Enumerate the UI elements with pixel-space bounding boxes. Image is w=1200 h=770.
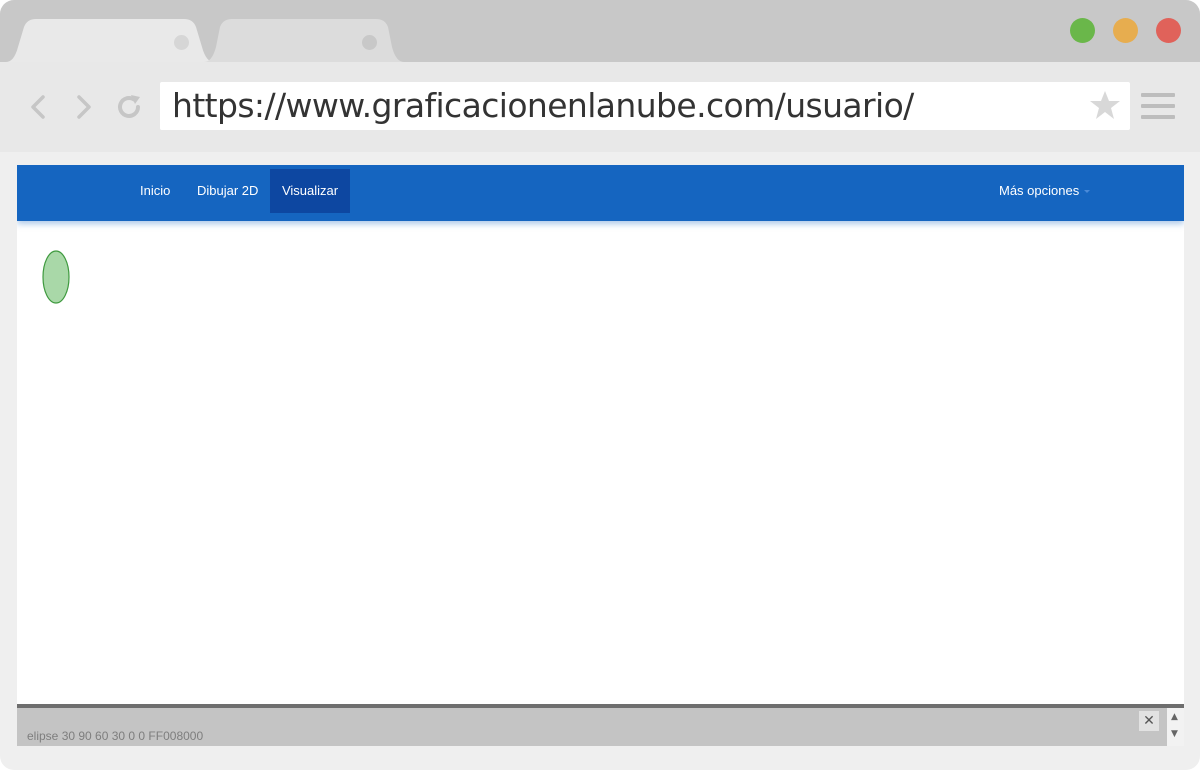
back-arrow-icon[interactable] [24,92,54,122]
window-close-button[interactable] [1156,18,1181,43]
nav-item-inicio[interactable]: Inicio [128,169,182,213]
command-console: elipse 30 90 60 30 0 0 FF008000 ✕ ▲ ▼ [17,704,1184,746]
canvas-ellipse [42,250,70,304]
window-minimize-button[interactable] [1113,18,1138,43]
tab-active[interactable] [6,19,214,62]
window-maximize-button[interactable] [1070,18,1095,43]
more-options-dropdown[interactable]: Más opciones [987,169,1102,213]
address-bar[interactable]: https://www.graficacionenlanube.com/usua… [160,82,1130,130]
tab-close-icon[interactable] [174,35,189,50]
scroll-down-icon[interactable]: ▼ [1171,729,1178,739]
scroll-up-icon[interactable]: ▲ [1171,712,1178,722]
tab-inactive[interactable] [204,19,404,62]
reload-icon[interactable] [114,92,144,122]
url-text[interactable]: https://www.graficacionenlanube.com/usua… [172,84,914,128]
browser-window: https://www.graficacionenlanube.com/usua… [0,0,1200,770]
page-viewport: Inicio Dibujar 2D Visualizar Más opcione… [17,165,1184,746]
tab-close-icon[interactable] [362,35,377,50]
console-scrollbar[interactable]: ▲ ▼ [1167,708,1184,746]
console-command-text[interactable]: elipse 30 90 60 30 0 0 FF008000 [27,729,203,743]
tab-strip [0,0,1200,62]
nav-item-dibujar-2d[interactable]: Dibujar 2D [185,169,270,213]
more-options-label: Más opciones [999,183,1080,198]
nav-item-visualizar[interactable]: Visualizar [270,169,350,213]
forward-arrow-icon[interactable] [68,92,98,122]
drawing-canvas[interactable] [17,221,1184,704]
site-navbar: Inicio Dibujar 2D Visualizar Más opcione… [17,165,1184,221]
browser-toolbar: https://www.graficacionenlanube.com/usua… [0,62,1200,152]
browser-menu-icon[interactable] [1141,93,1175,121]
bookmark-star-icon[interactable] [1088,88,1122,122]
console-close-button[interactable]: ✕ [1139,711,1159,731]
caret-down-icon [1084,190,1091,194]
